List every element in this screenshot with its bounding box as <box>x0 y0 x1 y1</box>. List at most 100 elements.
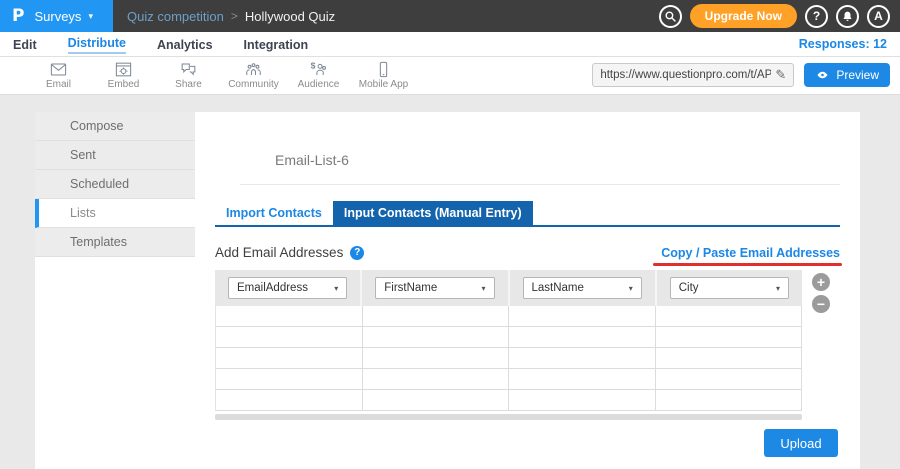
sidebar-item-label: Lists <box>70 206 96 220</box>
contacts-grid: EmailAddress ▾ FirstName ▾ <box>215 270 802 420</box>
toolbar-item-embed[interactable]: Embed <box>91 60 156 90</box>
nav-tab-integration[interactable]: Integration <box>244 36 309 52</box>
responses-count[interactable]: Responses: 12 <box>799 37 887 51</box>
horizontal-scrollbar[interactable] <box>215 414 802 420</box>
product-switcher[interactable]: P Surveys ▾ <box>0 0 113 32</box>
contact-cell[interactable] <box>363 327 510 347</box>
contact-cell[interactable] <box>216 390 363 410</box>
select-value: FirstName <box>384 282 437 294</box>
tab-import-contacts[interactable]: Import Contacts <box>215 201 333 225</box>
email-lists-panel: Compose Sent Scheduled Lists Templates E… <box>35 112 860 469</box>
nav-tab-edit[interactable]: Edit <box>13 36 37 52</box>
top-header-bar: P Surveys ▾ Quiz competition > Hollywood… <box>0 0 900 32</box>
column-header-cell: EmailAddress ▾ <box>215 270 362 306</box>
breadcrumb: Quiz competition > Hollywood Quiz <box>127 9 335 24</box>
community-icon <box>243 60 264 79</box>
sidebar-item-label: Sent <box>70 148 96 162</box>
contact-cell[interactable] <box>509 348 656 368</box>
title-divider <box>240 184 840 185</box>
bell-icon <box>841 10 854 23</box>
product-name: Surveys <box>34 9 81 24</box>
contact-cell[interactable] <box>656 306 803 326</box>
column-select-city[interactable]: City ▾ <box>670 277 789 299</box>
contact-cell[interactable] <box>216 306 363 326</box>
toolbar-item-mobile-app[interactable]: Mobile App <box>351 60 416 90</box>
contact-cell[interactable] <box>363 348 510 368</box>
toolbar-item-community[interactable]: Community <box>221 60 286 90</box>
toolbar-item-audience[interactable]: $ Audience <box>286 60 351 90</box>
notifications-button[interactable] <box>836 5 859 28</box>
survey-nav-bar: Edit Distribute Analytics Integration Re… <box>0 32 900 57</box>
contact-cell[interactable] <box>363 390 510 410</box>
nav-tab-distribute[interactable]: Distribute <box>68 34 126 54</box>
contact-cell[interactable] <box>216 327 363 347</box>
column-select-last-name[interactable]: LastName ▾ <box>523 277 642 299</box>
chevron-down-icon: ▾ <box>88 11 93 22</box>
contact-cell[interactable] <box>509 390 656 410</box>
mobile-app-icon <box>373 60 394 79</box>
contact-cell[interactable] <box>656 327 803 347</box>
contact-cell[interactable] <box>363 369 510 389</box>
contact-cell[interactable] <box>216 348 363 368</box>
upgrade-now-button[interactable]: Upgrade Now <box>690 4 797 28</box>
sidebar-item-scheduled[interactable]: Scheduled <box>35 170 195 199</box>
preview-button[interactable]: Preview <box>804 63 890 87</box>
remove-row-button[interactable]: − <box>812 295 830 313</box>
toolbar-item-label: Community <box>228 79 279 90</box>
email-sidebar: Compose Sent Scheduled Lists Templates <box>35 112 195 469</box>
nav-tab-analytics[interactable]: Analytics <box>157 36 213 52</box>
help-button[interactable]: ? <box>805 5 828 28</box>
sidebar-item-lists[interactable]: Lists <box>35 199 195 228</box>
tab-input-contacts-manual[interactable]: Input Contacts (Manual Entry) <box>333 201 533 225</box>
column-header-cell: LastName ▾ <box>510 270 657 306</box>
table-row <box>215 327 802 348</box>
edit-url-icon[interactable]: ✎ <box>775 68 786 83</box>
copy-paste-email-link[interactable]: Copy / Paste Email Addresses <box>661 246 840 260</box>
contact-cell[interactable] <box>656 369 803 389</box>
sidebar-item-label: Templates <box>70 235 127 249</box>
toolbar-right-group: https://www.questionpro.com/t/APNrFZ ✎ P… <box>592 60 890 87</box>
account-avatar[interactable]: A <box>867 5 890 28</box>
search-button[interactable] <box>659 5 682 28</box>
row-actions-gutter: + − <box>802 270 840 420</box>
contact-cell[interactable] <box>216 369 363 389</box>
column-select-first-name[interactable]: FirstName ▾ <box>375 277 494 299</box>
contact-cell[interactable] <box>509 369 656 389</box>
breadcrumb-separator: > <box>231 9 238 23</box>
embed-icon <box>113 60 134 79</box>
contact-cell[interactable] <box>656 390 803 410</box>
contact-cell[interactable] <box>509 306 656 326</box>
contacts-grid-header: EmailAddress ▾ FirstName ▾ <box>215 270 802 306</box>
toolbar-item-label: Audience <box>298 79 340 90</box>
survey-url-field[interactable]: https://www.questionpro.com/t/APNrFZ ✎ <box>592 63 794 87</box>
table-row <box>215 390 802 411</box>
chevron-down-icon: ▾ <box>776 284 780 293</box>
help-tooltip-icon[interactable]: ? <box>350 246 364 260</box>
sidebar-item-templates[interactable]: Templates <box>35 228 195 257</box>
contact-cell[interactable] <box>656 348 803 368</box>
sidebar-item-sent[interactable]: Sent <box>35 141 195 170</box>
column-select-email-address[interactable]: EmailAddress ▾ <box>228 277 347 299</box>
breadcrumb-parent[interactable]: Quiz competition <box>127 9 224 24</box>
chevron-down-icon: ▾ <box>629 284 633 293</box>
add-row-button[interactable]: + <box>812 273 830 291</box>
toolbar-item-share[interactable]: Share <box>156 60 221 90</box>
select-value: LastName <box>532 282 584 294</box>
eye-icon <box>815 69 830 81</box>
chevron-down-icon: ▾ <box>481 284 485 293</box>
column-header-cell: City ▾ <box>657 270 802 306</box>
select-value: City <box>679 282 699 294</box>
sidebar-item-compose[interactable]: Compose <box>35 112 195 141</box>
upload-button[interactable]: Upload <box>764 429 838 457</box>
contact-cell[interactable] <box>509 327 656 347</box>
chevron-down-icon: ▾ <box>334 284 338 293</box>
toolbar-item-label: Mobile App <box>359 79 408 90</box>
contacts-table-area: EmailAddress ▾ FirstName ▾ <box>215 270 840 420</box>
toolbar-item-email[interactable]: Email <box>26 60 91 90</box>
survey-url-value: https://www.questionpro.com/t/APNrFZ <box>600 69 771 81</box>
svg-text:$: $ <box>311 61 316 71</box>
copy-paste-email-label: Copy / Paste Email Addresses <box>661 246 840 260</box>
contact-cell[interactable] <box>363 306 510 326</box>
toolbar-item-label: Email <box>46 79 71 90</box>
distribute-toolbar: Email Embed Share Community $ Audience M… <box>0 57 900 95</box>
